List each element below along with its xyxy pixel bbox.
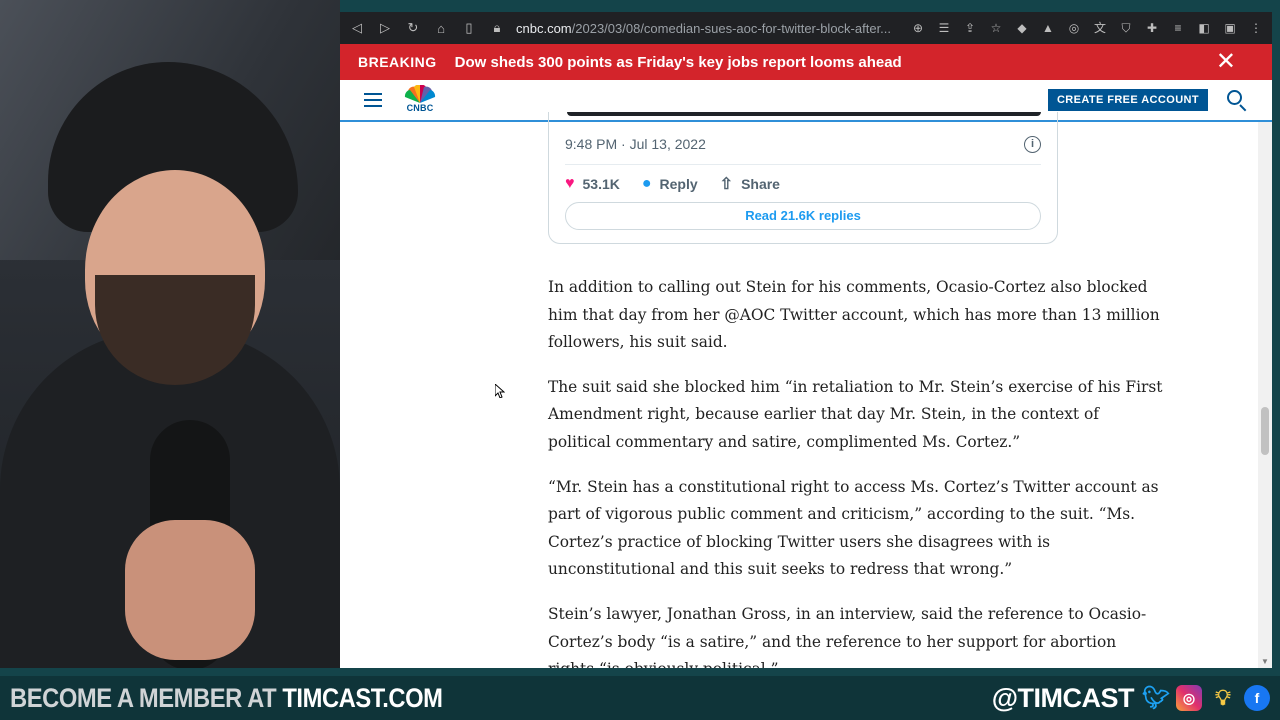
- mouse-cursor-icon: [495, 384, 505, 398]
- presenter-hand: [125, 520, 255, 660]
- home-icon[interactable]: ⌂: [432, 21, 450, 36]
- info-icon[interactable]: i: [1024, 136, 1041, 153]
- read-replies-button[interactable]: Read 21.6K replies: [565, 202, 1041, 230]
- share-page-icon[interactable]: ⇪: [962, 20, 978, 36]
- translate-icon[interactable]: 文: [1092, 20, 1108, 36]
- reply-action[interactable]: ● Reply: [642, 175, 698, 193]
- scrollbar-thumb[interactable]: [1261, 407, 1269, 455]
- create-account-button[interactable]: CREATE FREE ACCOUNT: [1047, 89, 1208, 111]
- embedded-tweet: 9:48 PM · Jul 13, 2022 i ♥ 53.1K ● Reply…: [548, 112, 1058, 244]
- lock-icon: 🔒︎: [493, 20, 501, 35]
- cta-prefix: BECOME A MEMBER AT: [10, 682, 283, 713]
- zoom-icon[interactable]: ⊕: [910, 20, 926, 36]
- extension-icon[interactable]: ◎: [1066, 20, 1082, 36]
- menu-icon[interactable]: ⋮: [1248, 20, 1264, 36]
- upload-icon: ⇧: [719, 176, 734, 193]
- search-icon[interactable]: [1226, 89, 1248, 112]
- breaking-tag: BREAKING: [358, 54, 437, 70]
- cnbc-logo[interactable]: CNBC: [400, 85, 440, 115]
- like-action[interactable]: ♥ 53.1K: [565, 175, 620, 193]
- playlist-icon[interactable]: ≡: [1170, 20, 1186, 36]
- extensions-area: ⊕ ☰ ⇪ ☆ ◆ ▲ ◎ 文 ⛉ ✚ ≡ ◧ ▣ ⋮: [910, 20, 1264, 36]
- back-icon[interactable]: ◁: [348, 20, 366, 36]
- reader-icon[interactable]: ☰: [936, 20, 952, 36]
- tweet-media-edge: [567, 112, 1041, 116]
- article-paragraph: In addition to calling out Stein for his…: [548, 278, 1160, 352]
- article-paragraph: The suit said she blocked him “in retali…: [548, 377, 1163, 451]
- logo-wordmark: CNBC: [406, 103, 434, 113]
- bitwarden-icon[interactable]: ⛉: [1118, 20, 1134, 36]
- article-content: 9:48 PM · Jul 13, 2022 i ♥ 53.1K ● Reply…: [340, 112, 1272, 668]
- like-count: 53.1K: [582, 176, 620, 192]
- rewards-icon[interactable]: ▲: [1040, 20, 1056, 36]
- bookmark-icon[interactable]: ▯: [460, 20, 478, 36]
- puzzle-icon[interactable]: ✚: [1144, 20, 1160, 36]
- membership-cta: BECOME A MEMBER AT TIMCAST.COM: [10, 683, 443, 714]
- tweet-divider: [565, 164, 1041, 165]
- share-label: Share: [741, 176, 780, 192]
- cta-site: TIMCAST.COM: [282, 682, 443, 713]
- scroll-down-arrow-icon[interactable]: ▼: [1261, 657, 1269, 666]
- forward-icon[interactable]: ▷: [376, 20, 394, 36]
- twitter-icon: 🐦︎: [1142, 685, 1170, 710]
- breaking-headline[interactable]: Dow sheds 300 points as Friday's key job…: [455, 54, 902, 71]
- page-scrollbar[interactable]: ▼: [1258, 122, 1272, 668]
- share-action[interactable]: ⇧ Share: [720, 174, 780, 194]
- instagram-icon: ◎: [1176, 685, 1202, 711]
- wallet-icon[interactable]: ▣: [1222, 20, 1238, 36]
- breaking-news-bar[interactable]: BREAKING Dow sheds 300 points as Friday'…: [340, 44, 1272, 80]
- social-handle: @TIMCAST: [991, 682, 1135, 713]
- browser-toolbar: ◁ ▷ ↻ ⌂ ▯ 🔒︎ cnbc.com/2023/03/08/comedia…: [340, 12, 1272, 44]
- reply-label: Reply: [659, 176, 698, 192]
- tweet-timestamp[interactable]: 9:48 PM · Jul 13, 2022: [565, 136, 706, 152]
- sidebar-icon[interactable]: ◧: [1196, 20, 1212, 36]
- reload-icon[interactable]: ↻: [404, 20, 422, 36]
- close-icon[interactable]: ✕: [1216, 50, 1236, 74]
- hamburger-menu-icon[interactable]: [364, 93, 382, 107]
- social-handles: @TIMCAST 🐦︎ ◎ 💡︎ f: [992, 683, 1270, 714]
- peacock-icon: [404, 85, 436, 103]
- star-icon[interactable]: ☆: [988, 20, 1004, 36]
- browser-window: ◁ ▷ ↻ ⌂ ▯ 🔒︎ cnbc.com/2023/03/08/comedia…: [340, 12, 1272, 668]
- url-host: cnbc.com: [516, 20, 572, 36]
- article-paragraph: “Mr. Stein has a constitutional right to…: [548, 477, 1159, 579]
- facebook-icon: f: [1244, 685, 1270, 711]
- address-bar[interactable]: cnbc.com/2023/03/08/comedian-sues-aoc-fo…: [516, 21, 896, 36]
- brave-shield-icon[interactable]: ◆: [1014, 20, 1030, 36]
- article-paragraph: Stein’s lawyer, Jonathan Gross, in an in…: [548, 604, 1147, 668]
- url-path: /2023/03/08/comedian-sues-aoc-for-twitte…: [571, 20, 892, 36]
- stream-banner: BECOME A MEMBER AT TIMCAST.COM @TIMCAST …: [0, 676, 1280, 720]
- webcam-feed: [0, 0, 340, 668]
- article-body: In addition to calling out Stein for his…: [548, 274, 1163, 668]
- reply-bubble-icon: ●: [641, 175, 652, 192]
- tweet-actions: ♥ 53.1K ● Reply ⇧ Share: [565, 174, 802, 194]
- heart-icon: ♥: [565, 175, 575, 192]
- lightbulb-icon: 💡︎: [1215, 685, 1231, 710]
